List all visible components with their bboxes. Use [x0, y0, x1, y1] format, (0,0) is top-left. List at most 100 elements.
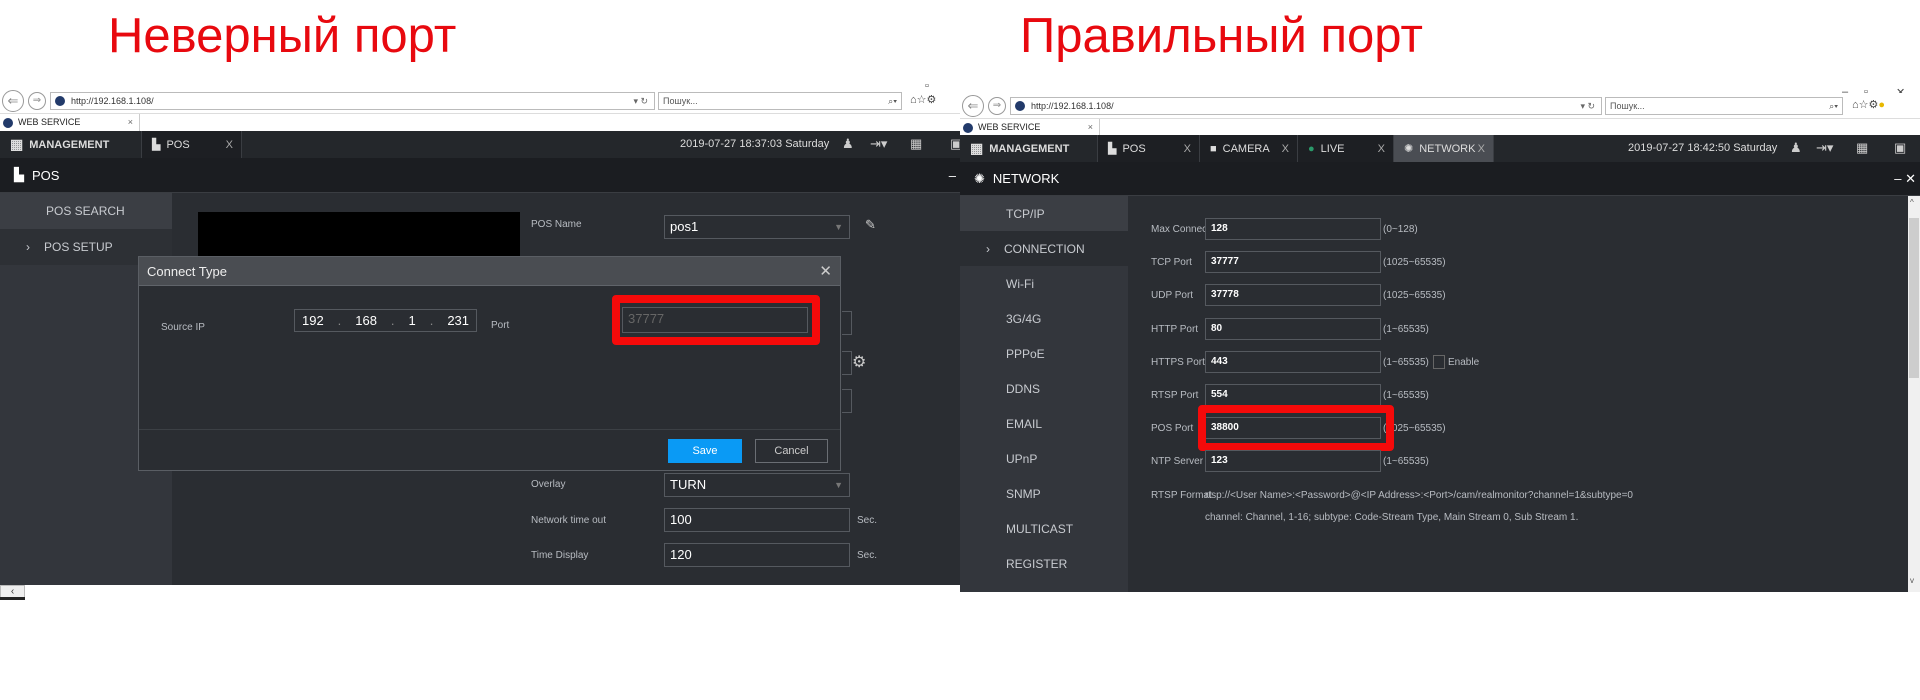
refresh-icon[interactable]: ▾ ↻	[633, 93, 648, 109]
field-input[interactable]: 554	[1205, 384, 1381, 406]
address-bar[interactable]: http://192.168.1.108/ ▾ ↻	[50, 92, 655, 110]
logout-icon[interactable]: ⇥▾	[870, 136, 887, 152]
sidebar-item-wifi[interactable]: Wi-Fi	[960, 266, 1128, 301]
management-button[interactable]: ▦ MANAGEMENT	[0, 131, 142, 158]
field-input[interactable]: 37778	[1205, 284, 1381, 307]
address-bar[interactable]: http://192.168.1.108/ ▾ ↻	[1010, 97, 1602, 115]
timeout-input[interactable]: 100	[664, 508, 850, 532]
field-input[interactable]: 128	[1205, 218, 1381, 240]
chevron-down-icon: ▼	[834, 222, 843, 232]
scrollbar[interactable]	[0, 597, 25, 600]
input-edge	[842, 351, 852, 375]
overlay-select[interactable]: TURN ▼	[664, 473, 850, 497]
close-icon[interactable]: X	[1184, 143, 1191, 155]
cancel-button[interactable]: Cancel	[755, 439, 828, 463]
source-ip-input[interactable]: 192. 168. 1. 231	[294, 309, 477, 332]
sidebar-item-email[interactable]: EMAIL	[960, 406, 1128, 441]
field-input[interactable]: 443	[1205, 350, 1381, 373]
sidebar-item-label: TCP/IP	[1006, 206, 1045, 221]
sidebar-item-tcpip[interactable]: TCP/IP	[960, 196, 1128, 231]
network-icon: ✺	[974, 170, 985, 186]
tab-pos[interactable]: ▙ POS X	[1098, 135, 1200, 162]
divider	[139, 429, 840, 430]
time-display-input[interactable]: 120	[664, 543, 850, 567]
user-icon[interactable]: ♟	[1790, 140, 1802, 156]
rtsp-format-label: RTSP Format	[1151, 490, 1212, 501]
close-icon[interactable]: X	[1478, 143, 1485, 155]
scroll-up-icon[interactable]: ^	[1910, 198, 1914, 207]
sidebar-item-connection[interactable]: › CONNECTION	[960, 231, 1128, 266]
browser-tab[interactable]: WEB SERVICE ×	[0, 114, 140, 131]
gear-icon[interactable]: ⚙	[852, 352, 866, 372]
qr-icon[interactable]: ▦	[910, 136, 922, 152]
search-input[interactable]: Пошук... ⌕▾	[1605, 97, 1843, 115]
back-icon[interactable]: ⇐	[2, 90, 24, 112]
chevron-right-icon: ›	[26, 240, 30, 254]
ip-octet[interactable]: 1	[409, 313, 416, 328]
logout-icon[interactable]: ⇥▾	[1816, 140, 1833, 156]
input-edge	[842, 311, 852, 335]
scrollbar[interactable]: ^ v	[1908, 196, 1920, 592]
tab-network[interactable]: ✺ NETWORK X	[1394, 135, 1494, 162]
field-label: RTSP Port	[1151, 390, 1199, 401]
scrollbar-thumb[interactable]	[1909, 218, 1919, 378]
scroll-down-icon[interactable]: v	[1910, 576, 1914, 585]
overlay-label: Overlay	[531, 479, 566, 490]
sidebar-item-pppoe[interactable]: PPPoE	[960, 336, 1128, 371]
browser-tab[interactable]: WEB SERVICE ×	[960, 119, 1100, 136]
forward-icon[interactable]: ⇒	[988, 97, 1006, 115]
field-range: (1~65535)	[1383, 323, 1429, 335]
tab-pos[interactable]: ▙ POS X	[142, 131, 242, 158]
ip-octet[interactable]: 192	[302, 313, 324, 328]
home-star-gear-icons[interactable]: ⌂☆⚙	[910, 93, 936, 106]
pos-icon: ▙	[14, 167, 24, 182]
forward-icon[interactable]: ⇒	[28, 92, 46, 110]
https-enable-checkbox[interactable]	[1433, 354, 1445, 369]
caption-wrong-port: Неверный порт	[108, 9, 457, 63]
tab-label: CAMERA	[1222, 142, 1270, 155]
field-input[interactable]: 123	[1205, 450, 1381, 473]
ip-octet[interactable]: 231	[447, 313, 469, 328]
close-tab-icon[interactable]: ×	[128, 114, 133, 131]
ip-octet[interactable]: 168	[355, 313, 377, 328]
management-button[interactable]: ▦ MANAGEMENT	[960, 135, 1098, 162]
back-icon[interactable]: ⇐	[962, 95, 984, 117]
minimize-icon[interactable]: –	[949, 168, 956, 183]
search-placeholder: Пошук...	[1610, 101, 1645, 111]
close-icon[interactable]: ✕	[819, 262, 832, 280]
field-input[interactable]: 37777	[1205, 251, 1381, 274]
field-input[interactable]: 80	[1205, 317, 1381, 340]
close-icon[interactable]: X	[1282, 143, 1289, 155]
site-icon	[963, 123, 973, 133]
edit-pencil-icon[interactable]: ✎	[865, 217, 876, 233]
home-star-gear-icons[interactable]: ⌂☆⚙●	[1852, 98, 1885, 111]
search-icon[interactable]: ⌕▾	[1829, 98, 1838, 114]
sidebar-item-multicast[interactable]: MULTICAST	[960, 511, 1128, 546]
tab-camera[interactable]: ■ CAMERA X	[1200, 135, 1298, 162]
monitor-icon[interactable]: ▣	[1894, 140, 1906, 156]
sidebar-item-pos-search[interactable]: POS SEARCH	[0, 193, 172, 229]
qr-icon[interactable]: ▦	[1856, 140, 1868, 156]
tab-live[interactable]: ● LIVE X	[1298, 135, 1394, 162]
close-icon[interactable]: X	[1378, 143, 1385, 155]
sidebar-item-snmp[interactable]: SNMP	[960, 476, 1128, 511]
sidebar-item-3g4g[interactable]: 3G/4G	[960, 301, 1128, 336]
camera-icon: ■	[1210, 142, 1217, 155]
sidebar-item-register[interactable]: REGISTER	[960, 546, 1128, 581]
minimize-close-icons[interactable]: – ✕	[1894, 171, 1916, 187]
tab-label: POS	[1122, 142, 1146, 155]
close-icon[interactable]: X	[226, 139, 233, 151]
tab-label: LIVE	[1320, 142, 1345, 155]
search-input[interactable]: Пошук... ⌕▾	[658, 92, 902, 110]
user-icon[interactable]: ♟	[842, 136, 854, 152]
save-button[interactable]: Save	[668, 439, 742, 463]
datetime: 2019-07-27 18:42:50 Saturday	[1628, 142, 1778, 154]
sidebar-item-upnp[interactable]: UPnP	[960, 441, 1128, 476]
tab-label: NETWORK	[1419, 142, 1476, 155]
sidebar-item-ddns[interactable]: DDNS	[960, 371, 1128, 406]
search-icon[interactable]: ⌕▾	[888, 93, 897, 109]
refresh-icon[interactable]: ▾ ↻	[1580, 98, 1595, 114]
unit-label: Sec.	[857, 515, 878, 526]
close-tab-icon[interactable]: ×	[1088, 119, 1093, 136]
pos-name-select[interactable]: pos1 ▼	[664, 215, 850, 239]
